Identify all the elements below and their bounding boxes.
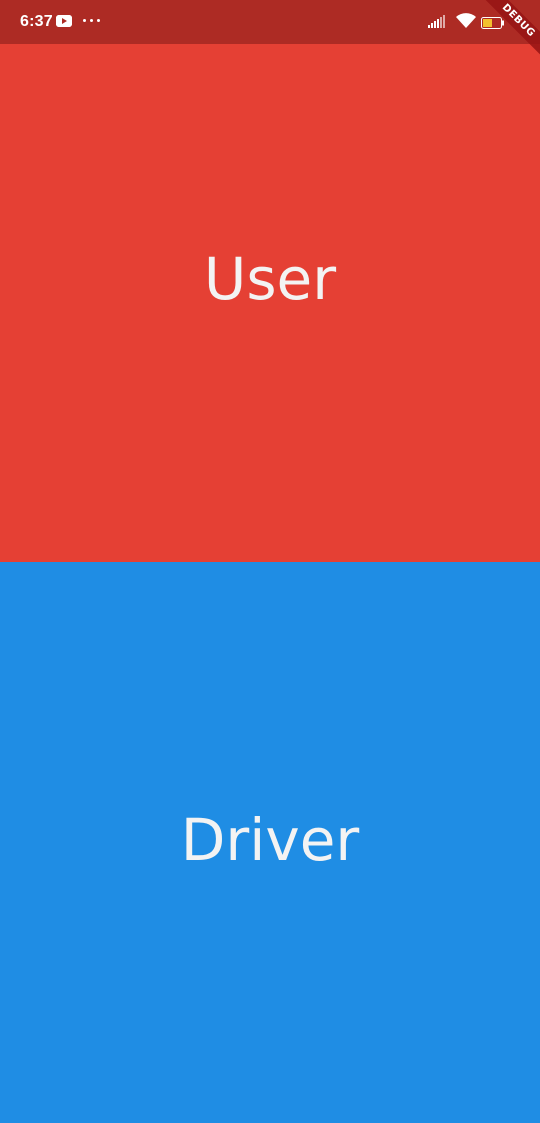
more-icon [83,19,103,23]
status-bar: 6:37 [0,0,540,44]
battery-icon [481,16,505,34]
driver-label: Driver [180,806,360,874]
signal-icon [428,15,448,34]
youtube-icon [56,15,72,27]
user-label: User [203,245,337,313]
wifi-icon [455,13,477,34]
status-time: 6:37 [20,13,53,30]
driver-option-button[interactable]: Driver [0,562,540,1123]
user-option-button[interactable]: User [0,0,540,562]
